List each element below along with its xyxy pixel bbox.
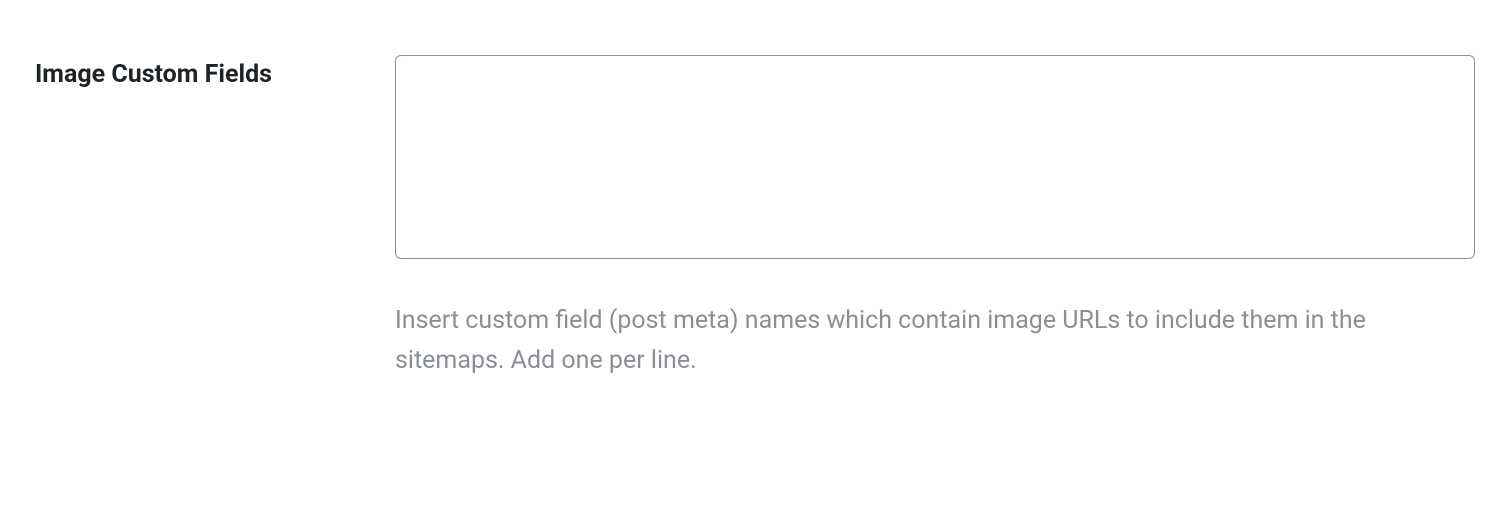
input-column: Insert custom field (post meta) names wh… [395,55,1475,381]
image-custom-fields-description: Insert custom field (post meta) names wh… [395,301,1445,381]
image-custom-fields-row: Image Custom Fields Insert custom field … [35,55,1475,381]
image-custom-fields-label: Image Custom Fields [35,60,272,89]
label-column: Image Custom Fields [35,55,395,92]
image-custom-fields-textarea[interactable] [395,55,1475,259]
